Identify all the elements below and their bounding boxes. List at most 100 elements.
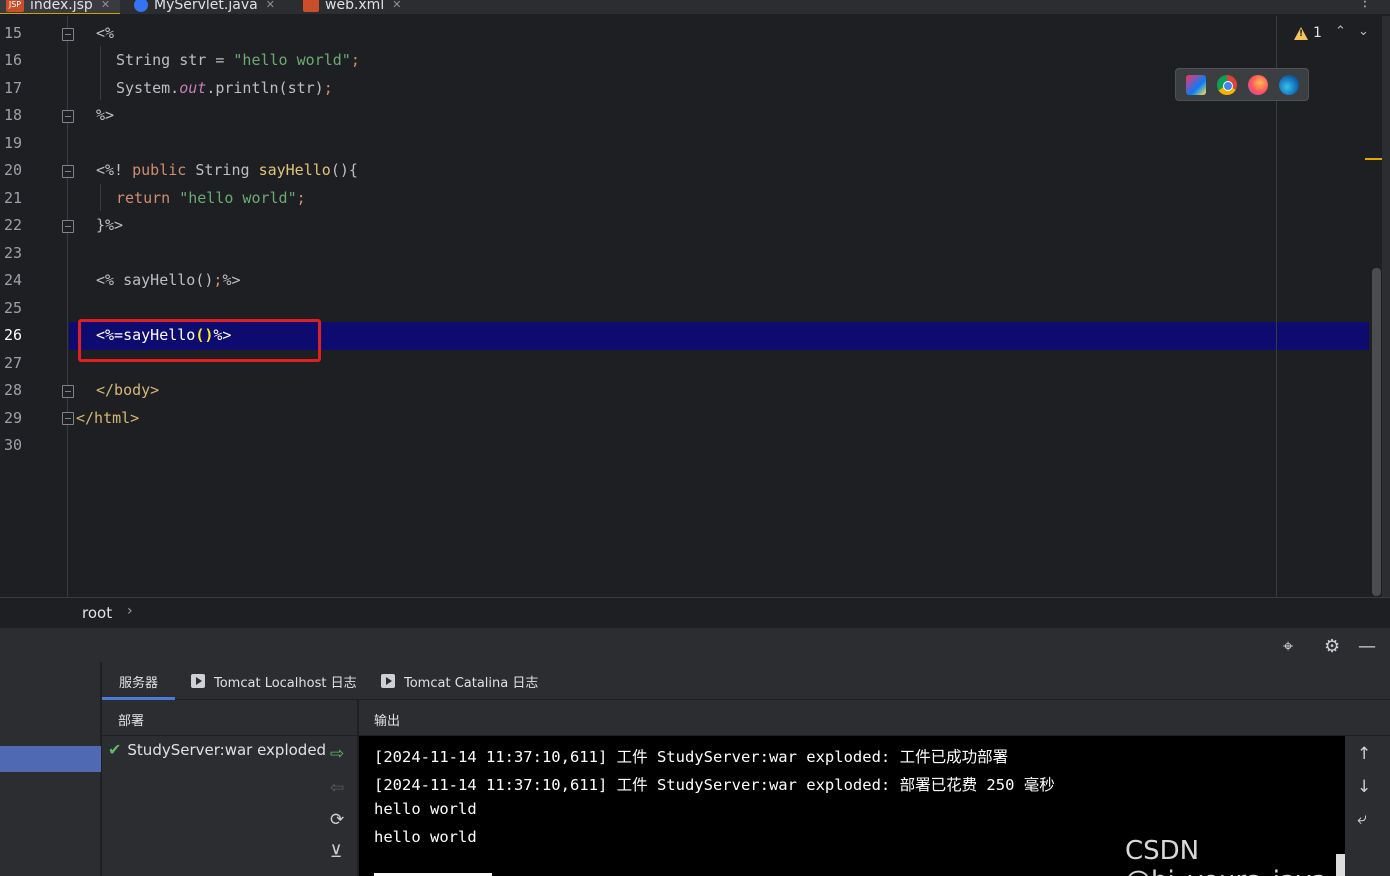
code-editor[interactable]: 15 16 17 18 19 20 21 22 23 24 25 26 27 2…	[0, 16, 1390, 597]
code-token: (){	[330, 161, 358, 179]
indent-guide	[100, 184, 101, 211]
close-icon[interactable]: ✕	[101, 0, 110, 11]
services-tree	[0, 662, 101, 876]
tab-index-jsp[interactable]: JSP index.jsp ✕	[0, 0, 121, 14]
line-number: 19	[4, 134, 23, 152]
more-options-icon[interactable]: ⋮	[1358, 0, 1372, 10]
indent-guide	[100, 46, 101, 100]
selected-tree-item[interactable]	[0, 746, 101, 772]
code-line: System.out.println(str);	[116, 75, 333, 102]
tab-web-xml[interactable]: web.xml ✕	[303, 0, 401, 14]
code-line: String str = "hello world";	[116, 47, 360, 74]
string-literal: "hello world"	[170, 189, 297, 207]
warnings-count: 1	[1313, 25, 1322, 41]
line-number: 29	[4, 409, 23, 427]
line-number: 22	[4, 216, 23, 234]
code-token: String str =	[116, 51, 234, 69]
code-token: .println(str)	[206, 79, 324, 97]
check-icon: ✔	[108, 740, 122, 759]
breadcrumb: root ›	[0, 597, 1390, 627]
soft-wrap-icon[interactable]: ⤶	[1357, 809, 1367, 829]
string-literal: "hello world"	[233, 51, 351, 69]
arrow-down-icon[interactable]: ↓	[1357, 777, 1371, 797]
deployment-item[interactable]: ✔ StudyServer:war exploded	[108, 740, 326, 759]
output-header: 输出	[359, 700, 1390, 736]
fold-marker-icon[interactable]	[62, 220, 74, 233]
line-number: 17	[4, 79, 23, 97]
deploy-icon[interactable]: ⇨	[330, 744, 344, 764]
editor-scrollbar[interactable]	[1372, 268, 1381, 596]
fold-marker-icon[interactable]	[62, 110, 74, 123]
code-line: </body>	[96, 377, 159, 404]
fold-marker-icon[interactable]	[62, 28, 74, 41]
output-header-label: 输出	[374, 714, 401, 729]
line-number: 23	[4, 244, 23, 262]
line-number: 25	[4, 299, 23, 317]
console-line: hello world	[374, 828, 477, 846]
previous-highlight-icon[interactable]: ⌃	[1335, 24, 1346, 39]
code-token: System.	[116, 79, 180, 97]
line-number: 21	[4, 189, 23, 207]
browser-launch-popup	[1175, 68, 1309, 101]
java-class-icon	[134, 0, 148, 12]
gear-icon[interactable]: ⚙	[1324, 636, 1340, 657]
deployment-item-label: StudyServer:war exploded	[127, 740, 327, 759]
tab-server[interactable]: 服务器	[102, 662, 176, 700]
watermark-text: CSDN @hi_yours_java	[1125, 836, 1327, 876]
tab-tomcat-localhost-log[interactable]: Tomcat Localhost 日志	[191, 662, 357, 700]
arrow-up-icon[interactable]: ↑	[1357, 744, 1371, 764]
html-tag: </body>	[96, 381, 160, 399]
line-number: 20	[4, 161, 23, 179]
code-line: </html>	[76, 405, 139, 432]
firefox-icon[interactable]	[1247, 74, 1268, 95]
refresh-icon[interactable]: ⟳	[330, 810, 344, 830]
deployment-header: 部署	[102, 700, 358, 736]
services-panel-header: ⌖ ⚙ —	[0, 627, 1390, 662]
chrome-icon[interactable]	[1216, 74, 1237, 95]
line-number: 28	[4, 381, 23, 399]
code-line: %>	[96, 102, 114, 129]
tab-label: Tomcat Localhost 日志	[214, 675, 357, 691]
code-token: String	[186, 161, 259, 179]
code-line: }%>	[96, 212, 123, 239]
fold-marker-icon[interactable]	[62, 412, 74, 425]
tab-myservlet-java[interactable]: MyServlet.java ✕	[134, 0, 275, 14]
console-line: [2024-11-14 11:37:10,611] 工件 StudyServer…	[374, 748, 1009, 766]
code-token: <%!	[96, 161, 133, 179]
line-number: 30	[4, 436, 23, 454]
tab-label: Tomcat Catalina 日志	[404, 675, 539, 691]
keyword: public	[132, 161, 187, 179]
next-highlight-icon[interactable]: ⌄	[1358, 24, 1369, 39]
line-number: 18	[4, 106, 23, 124]
tab-label: 服务器	[119, 675, 159, 691]
crosshair-icon[interactable]: ⌖	[1283, 636, 1293, 657]
warnings-indicator[interactable]: ! 1	[1294, 25, 1322, 41]
update-resources-icon[interactable]: ⊻	[330, 842, 342, 862]
chevron-right-icon: ›	[127, 603, 133, 619]
log-icon	[191, 674, 205, 688]
static-field: out	[179, 79, 207, 97]
close-icon[interactable]: ✕	[392, 0, 401, 11]
line-number-current: 26	[4, 326, 23, 344]
breadcrumb-item-root[interactable]: root	[82, 604, 112, 622]
close-icon[interactable]: ✕	[266, 0, 275, 11]
code-token: <%	[96, 24, 115, 42]
undeploy-icon[interactable]: ⇦	[330, 778, 344, 798]
method-name: sayHello	[258, 161, 331, 179]
minimize-icon[interactable]: —	[1358, 636, 1376, 657]
tab-tomcat-catalina-log[interactable]: Tomcat Catalina 日志	[381, 662, 538, 700]
code-token: %>	[96, 106, 115, 124]
line-number: 27	[4, 354, 23, 372]
right-tool-strip	[1382, 16, 1390, 597]
html-tag: </html>	[76, 409, 140, 427]
log-icon	[381, 674, 395, 688]
jsp-file-icon: JSP	[6, 0, 24, 12]
deployment-header-label: 部署	[118, 714, 145, 729]
edge-icon[interactable]	[1278, 74, 1299, 95]
keyword: return	[116, 189, 171, 207]
intellij-icon[interactable]	[1185, 74, 1206, 95]
warning-stripe-marker[interactable]	[1365, 158, 1382, 160]
fold-marker-icon[interactable]	[62, 385, 74, 398]
annotation-highlight-box	[78, 319, 321, 362]
fold-marker-icon[interactable]	[62, 165, 74, 178]
